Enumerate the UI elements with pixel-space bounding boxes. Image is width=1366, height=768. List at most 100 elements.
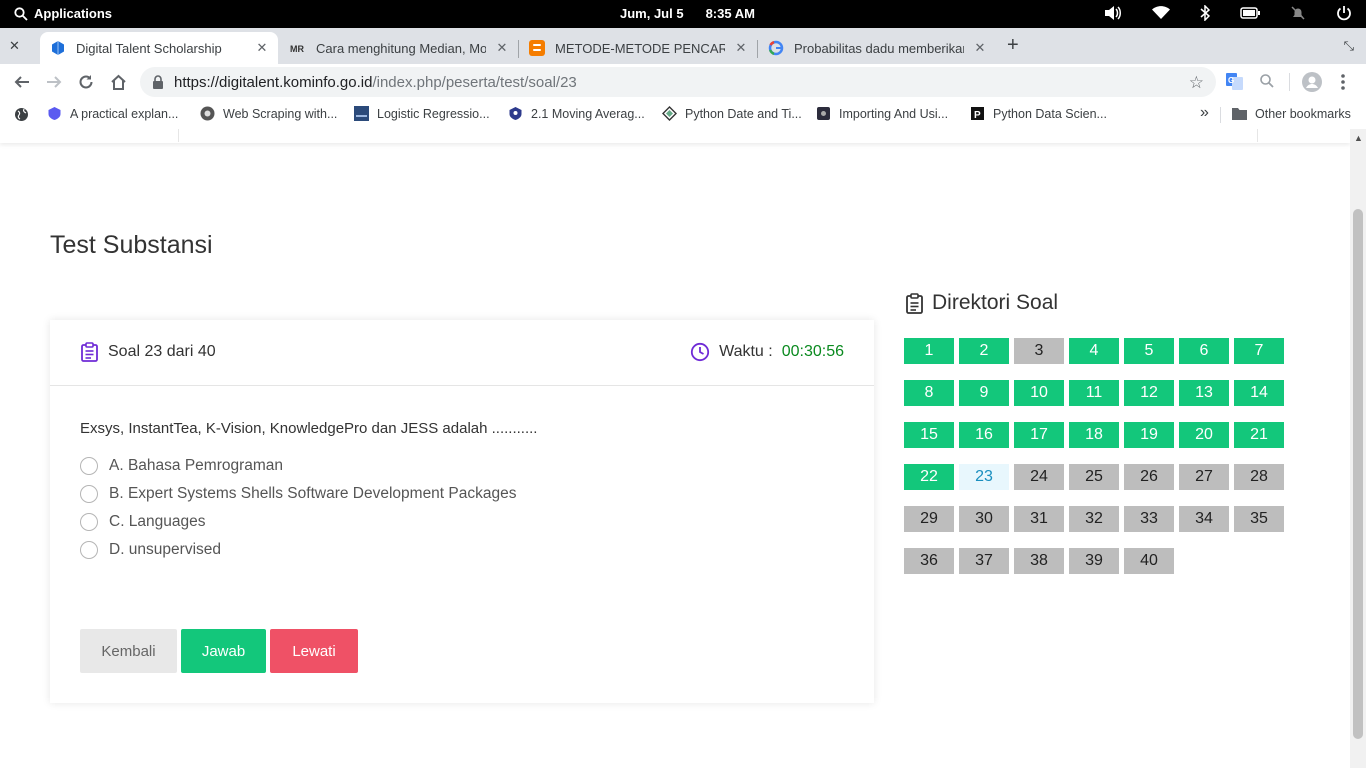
close-window-icon[interactable]: ✕ [9, 38, 20, 54]
question-number-38[interactable]: 38 [1014, 548, 1064, 574]
answer-option-d[interactable]: D. unsupervised [80, 536, 517, 564]
question-number-12[interactable]: 12 [1124, 380, 1174, 406]
question-number-19[interactable]: 19 [1124, 422, 1174, 448]
question-number-36[interactable]: 36 [904, 548, 954, 574]
question-number-8[interactable]: 8 [904, 380, 954, 406]
bookmarks-overflow-button[interactable]: » [1200, 104, 1209, 122]
bookmark-item[interactable]: Logistic Regressio... [354, 106, 490, 121]
other-bookmarks-folder[interactable]: Other bookmarks [1232, 106, 1351, 121]
question-number-4[interactable]: 4 [1069, 338, 1119, 364]
close-tab-icon[interactable]: ✕ [972, 40, 988, 56]
question-number-6[interactable]: 6 [1179, 338, 1229, 364]
forward-button[interactable] [43, 71, 65, 93]
question-number-13[interactable]: 13 [1179, 380, 1229, 406]
question-number-2[interactable]: 2 [959, 338, 1009, 364]
tab-digital-talent[interactable]: Digital Talent Scholarship ✕ [40, 32, 278, 64]
translate-extension-icon[interactable]: G [1226, 73, 1243, 90]
page-scrollbar[interactable]: ▲ [1350, 129, 1366, 768]
answer-option-c[interactable]: C. Languages [80, 508, 517, 536]
question-number-20[interactable]: 20 [1179, 422, 1229, 448]
question-number-32[interactable]: 32 [1069, 506, 1119, 532]
question-number-31[interactable]: 31 [1014, 506, 1064, 532]
question-number-18[interactable]: 18 [1069, 422, 1119, 448]
question-number-10[interactable]: 10 [1014, 380, 1064, 406]
profile-avatar-icon[interactable] [1302, 72, 1322, 92]
bookmark-item[interactable]: Web Scraping with... [200, 106, 337, 121]
question-number-24[interactable]: 24 [1014, 464, 1064, 490]
question-number-28[interactable]: 28 [1234, 464, 1284, 490]
bookmark-item[interactable]: Importing And Usi... [816, 106, 948, 121]
bookmark-item[interactable]: P Python Data Scien... [970, 106, 1107, 121]
bookmark-star-icon[interactable]: ☆ [1189, 73, 1204, 93]
restore-window-icon[interactable]: ⤡ [1344, 38, 1354, 54]
bluetooth-icon[interactable] [1200, 5, 1210, 21]
question-number-37[interactable]: 37 [959, 548, 1009, 574]
radio-button[interactable] [80, 485, 98, 503]
address-bar[interactable]: https://digitalent.kominfo.go.id/index.p… [140, 67, 1216, 97]
question-number-5[interactable]: 5 [1124, 338, 1174, 364]
applications-menu[interactable]: Applications [14, 6, 112, 21]
lock-icon[interactable] [152, 75, 164, 89]
question-number-11[interactable]: 11 [1069, 380, 1119, 406]
back-button[interactable] [11, 71, 33, 93]
radio-button[interactable] [80, 541, 98, 559]
question-number-7[interactable]: 7 [1234, 338, 1284, 364]
power-icon[interactable] [1336, 5, 1352, 21]
tab-title: Cara menghitung Median, Mod [316, 40, 486, 56]
question-number-30[interactable]: 30 [959, 506, 1009, 532]
back-button[interactable]: Kembali [80, 629, 177, 673]
question-number-14[interactable]: 14 [1234, 380, 1284, 406]
question-number-39[interactable]: 39 [1069, 548, 1119, 574]
reload-button[interactable] [75, 71, 97, 93]
tab-median[interactable]: MR Cara menghitung Median, Mod ✕ [280, 32, 518, 64]
url-text[interactable]: https://digitalent.kominfo.go.id/index.p… [174, 74, 577, 91]
answer-button[interactable]: Jawab [181, 629, 266, 673]
scrollbar-thumb[interactable] [1353, 209, 1363, 739]
question-number-29[interactable]: 29 [904, 506, 954, 532]
volume-icon[interactable] [1104, 5, 1122, 21]
notifications-off-icon[interactable] [1290, 5, 1306, 21]
search-extension-icon[interactable] [1259, 73, 1275, 89]
question-number-33[interactable]: 33 [1124, 506, 1174, 532]
scroll-up-icon[interactable]: ▲ [1354, 133, 1363, 143]
question-number-17[interactable]: 17 [1014, 422, 1064, 448]
question-number-15[interactable]: 15 [904, 422, 954, 448]
header-strip [0, 129, 1350, 143]
bookmark-label: Web Scraping with... [223, 106, 338, 121]
tab-probabilitas[interactable]: Probabilitas dadu memberikan ✕ [758, 32, 996, 64]
question-number-3[interactable]: 3 [1014, 338, 1064, 364]
wifi-icon[interactable] [1152, 6, 1170, 20]
question-number-25[interactable]: 25 [1069, 464, 1119, 490]
question-number-1[interactable]: 1 [904, 338, 954, 364]
question-number-27[interactable]: 27 [1179, 464, 1229, 490]
bookmark-item[interactable]: Python Date and Ti... [662, 106, 802, 121]
question-number-23[interactable]: 23 [959, 464, 1009, 490]
radio-button[interactable] [80, 457, 98, 475]
close-tab-icon[interactable]: ✕ [254, 40, 270, 56]
close-tab-icon[interactable]: ✕ [494, 40, 510, 56]
question-number-34[interactable]: 34 [1179, 506, 1229, 532]
question-number-21[interactable]: 21 [1234, 422, 1284, 448]
close-tab-icon[interactable]: ✕ [733, 40, 749, 56]
tab-metode[interactable]: METODE-METODE PENCARIAN ✕ [519, 32, 757, 64]
question-number-9[interactable]: 9 [959, 380, 1009, 406]
question-number-22[interactable]: 22 [904, 464, 954, 490]
skip-button[interactable]: Lewati [270, 629, 358, 673]
bookmark-item[interactable]: A practical explan... [47, 106, 178, 121]
menu-kebab-icon[interactable] [1340, 73, 1346, 91]
question-number-35[interactable]: 35 [1234, 506, 1284, 532]
clock-icon [690, 342, 710, 362]
home-button[interactable] [107, 71, 129, 93]
new-tab-button[interactable]: + [1007, 34, 1019, 57]
apps-globe-icon[interactable] [14, 107, 29, 122]
bookmark-item[interactable]: 2.1 Moving Averag... [508, 106, 645, 121]
answer-option-b[interactable]: B. Expert Systems Shells Software Develo… [80, 480, 517, 508]
battery-icon[interactable] [1240, 7, 1260, 19]
question-number-26[interactable]: 26 [1124, 464, 1174, 490]
answer-option-a[interactable]: A. Bahasa Pemrograman [80, 452, 517, 480]
url-host: https://digitalent.kominfo.go.id [174, 74, 373, 91]
question-number-16[interactable]: 16 [959, 422, 1009, 448]
clock[interactable]: Jum, Jul 5 8:35 AM [620, 6, 777, 21]
question-number-40[interactable]: 40 [1124, 548, 1174, 574]
radio-button[interactable] [80, 513, 98, 531]
